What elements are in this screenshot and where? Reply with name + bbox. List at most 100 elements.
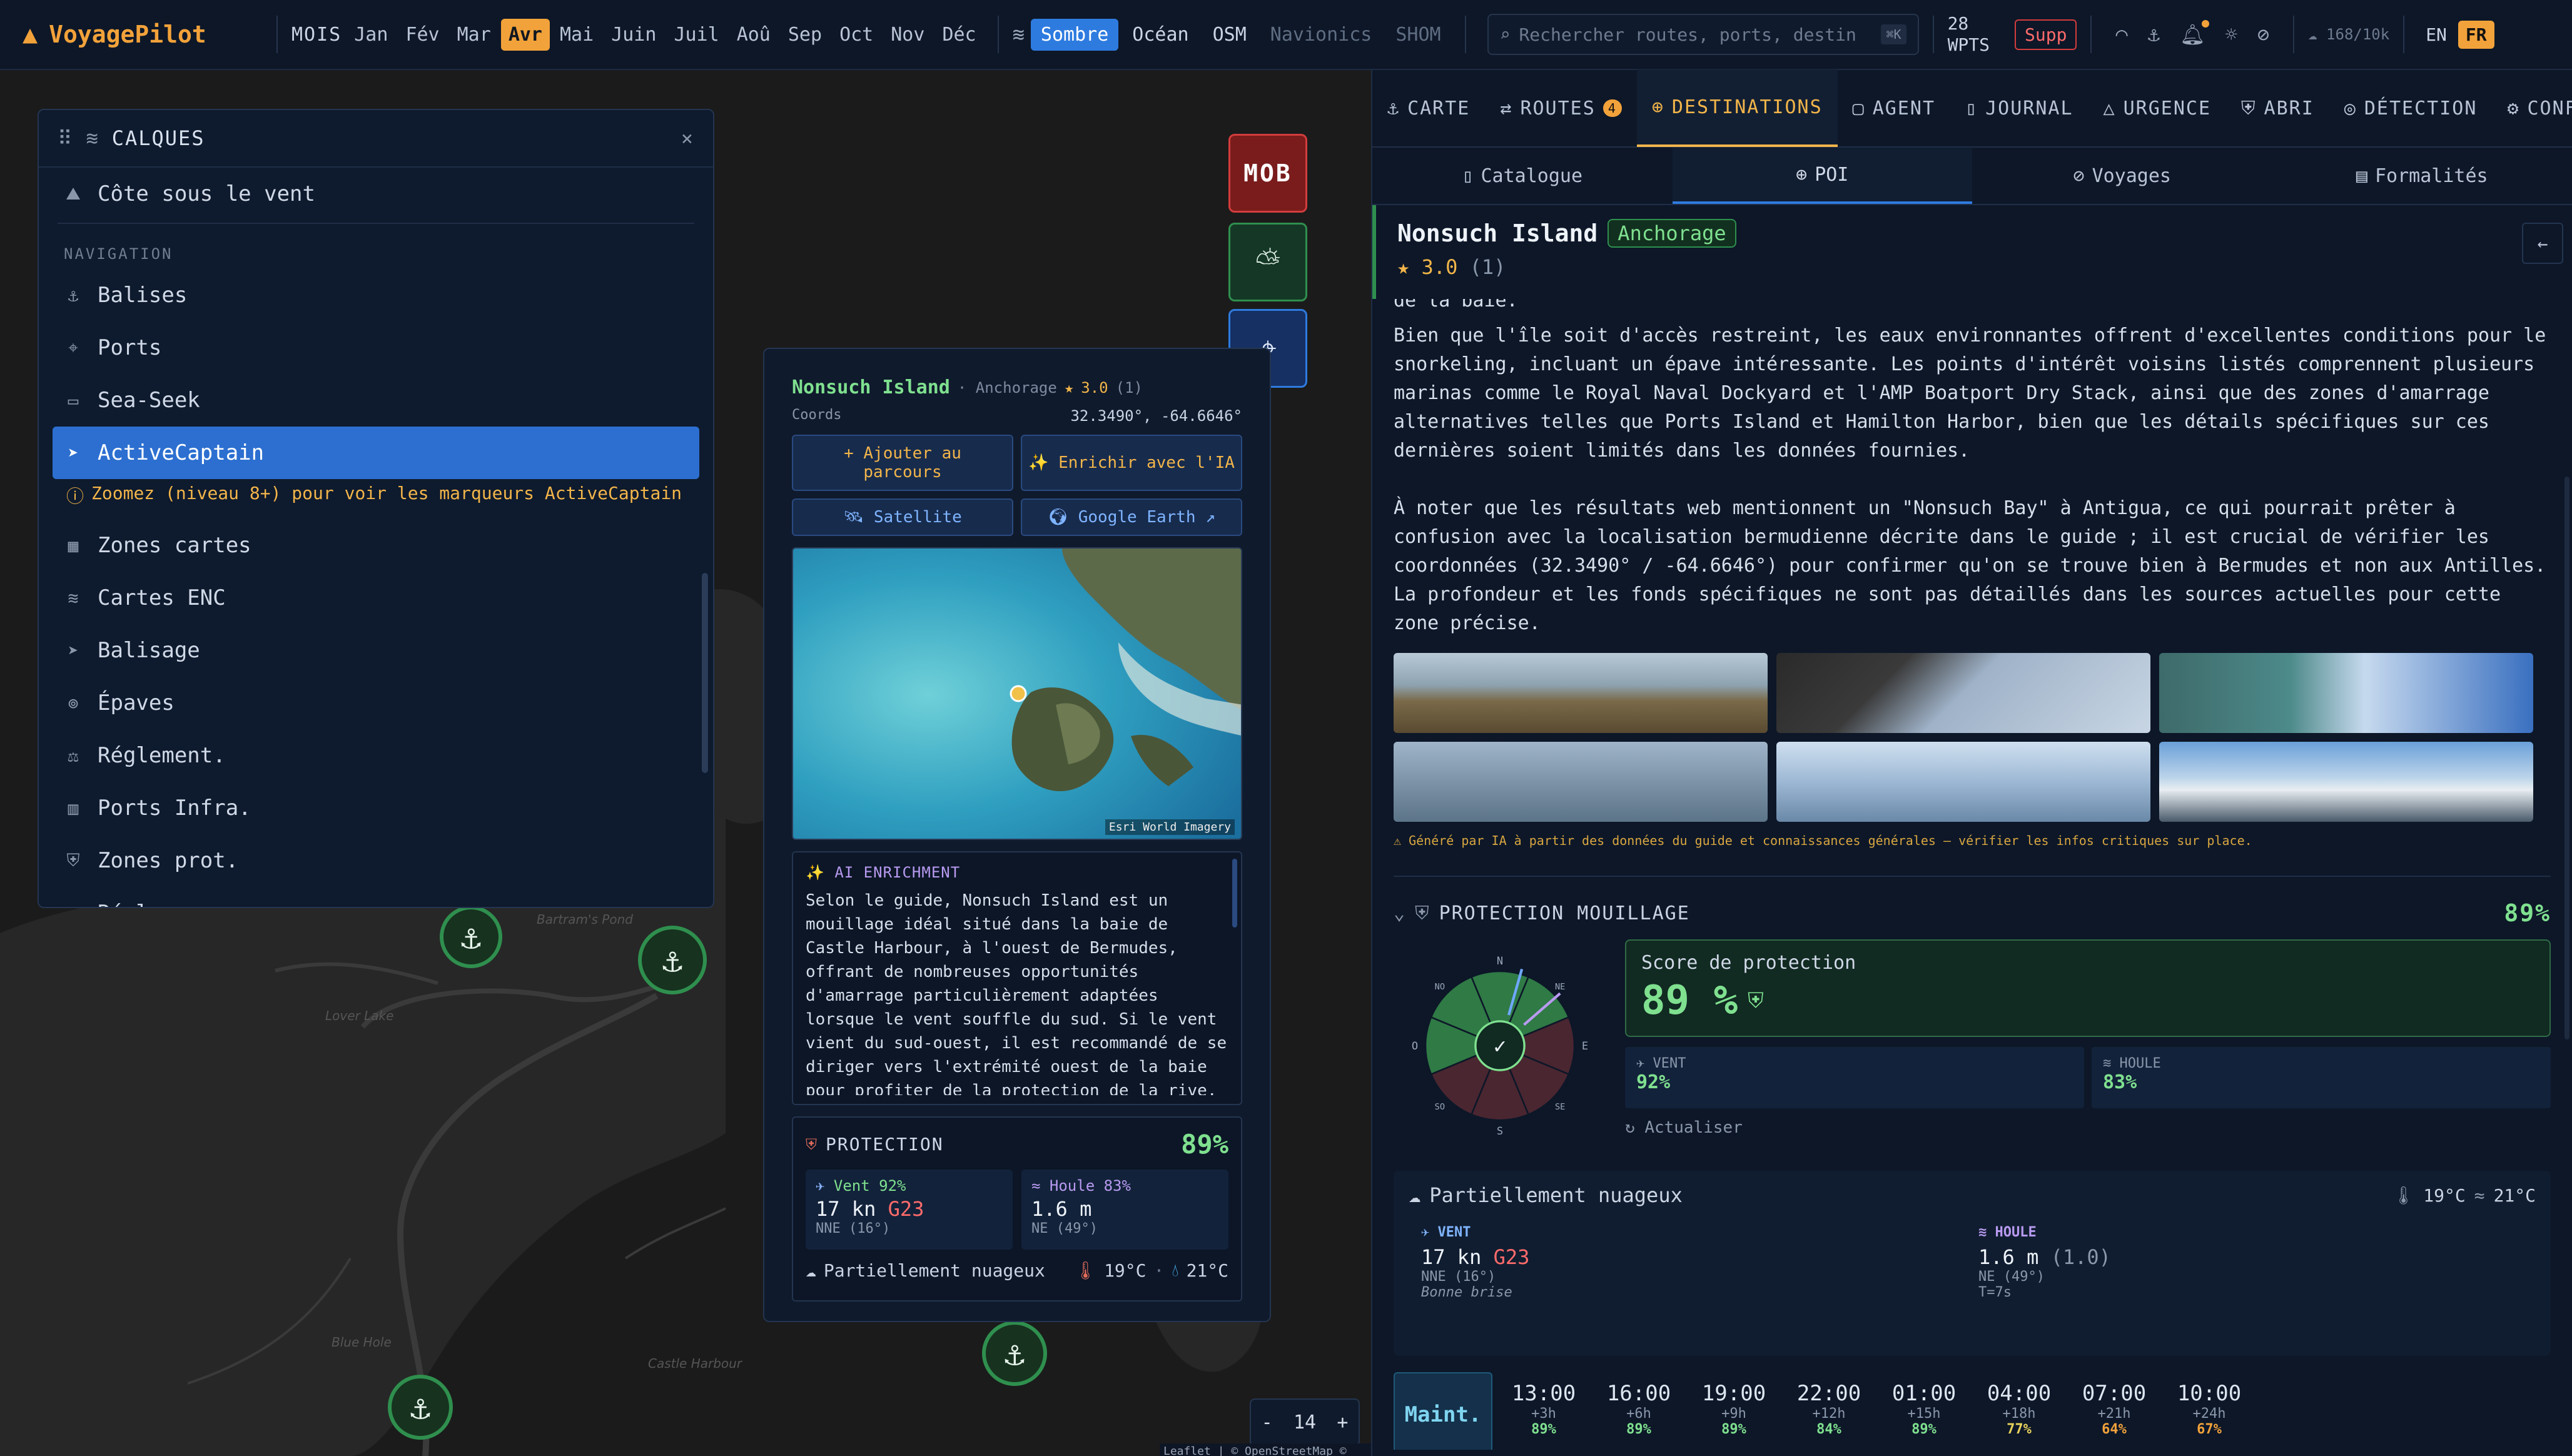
basemap-osm[interactable]: OSM xyxy=(1203,19,1257,51)
ai-scrollbar[interactable] xyxy=(1232,859,1237,928)
google-earth-button[interactable]: 🌍︎ Google Earth ↗ xyxy=(1021,498,1242,536)
delete-waypoints-button[interactable]: Supp xyxy=(2015,19,2077,50)
shield-icon: ⛨ xyxy=(806,1135,817,1153)
tab-agent[interactable]: ▢ AGENT xyxy=(1838,69,1950,147)
month-0[interactable]: Jan xyxy=(347,19,395,51)
divider xyxy=(276,16,278,53)
tab-abri[interactable]: ⛨ ABRI xyxy=(2226,69,2329,147)
month-2[interactable]: Mar xyxy=(450,19,499,51)
mob-button[interactable]: MOB xyxy=(1228,134,1307,213)
eye-off-icon[interactable]: ⊘ xyxy=(2257,23,2269,46)
sun-icon[interactable]: ☼ xyxy=(2225,23,2237,46)
enrich-ai-button[interactable]: ✨ Enrichir avec l'IA xyxy=(1021,435,1242,491)
basemap-océan[interactable]: Océan xyxy=(1122,19,1198,51)
lang-fr[interactable]: FR xyxy=(2458,20,2494,49)
layer-item-zones-cartes[interactable]: ▦ Zones cartes xyxy=(39,519,713,572)
layer-item--paves[interactable]: ⊚ Épaves xyxy=(39,677,713,729)
tab-conf[interactable]: ⚙︎ CONF xyxy=(2492,69,2572,147)
forecast-slot[interactable]: 04:00 +18h 77% xyxy=(1975,1372,2063,1450)
forecast-slot[interactable]: 01:00 +15h 89% xyxy=(1880,1372,1968,1450)
forecast-slot[interactable]: 16:00 +6h 89% xyxy=(1595,1372,1683,1450)
weather-button[interactable]: ⛅︎ xyxy=(1228,223,1307,301)
satellite-button[interactable]: 🛰︎ Satellite xyxy=(792,498,1013,536)
anchor-icon[interactable]: ⚓ xyxy=(2148,23,2160,46)
gallery-photo[interactable] xyxy=(1776,653,2150,733)
tab-urgence[interactable]: △ URGENCE xyxy=(2088,69,2227,147)
search-input[interactable]: Rechercher routes, ports, destin xyxy=(1519,24,1856,45)
forecast-delta: +15h xyxy=(1907,1406,1941,1422)
zoom-out-button[interactable]: - xyxy=(1262,1412,1273,1433)
layer-item-cartes-enc[interactable]: ≋ Cartes ENC xyxy=(39,572,713,624)
subtab-catalogue[interactable]: ▯ Catalogue xyxy=(1372,148,1673,204)
protection-section-header[interactable]: ⌄ ⛨ PROTECTION MOUILLAGE 89% xyxy=(1394,899,2551,927)
search-box[interactable]: ⌕ Rechercher routes, ports, destin ⌘K xyxy=(1487,14,1919,55)
forecast-slot[interactable]: 19:00 +9h 89% xyxy=(1690,1372,1778,1450)
tab-routes[interactable]: ⇄ ROUTES 4 xyxy=(1485,69,1636,147)
basemap-shom[interactable]: SHOM xyxy=(1385,19,1451,51)
right-panel-scrollbar[interactable] xyxy=(2564,477,2569,1039)
month-4[interactable]: Mai xyxy=(552,19,601,51)
drag-handle-icon[interactable]: ⠿ xyxy=(58,126,73,150)
layer-item-activecaptain[interactable]: ➤ ActiveCaptain xyxy=(53,427,699,479)
back-button[interactable]: ← xyxy=(2522,223,2563,264)
layers-scrollbar[interactable] xyxy=(702,573,708,773)
bell-icon[interactable]: 🔔︎ xyxy=(2180,20,2209,46)
layer-item-ports[interactable]: ⌖ Ports xyxy=(39,321,713,374)
layer-item-r-glement-[interactable]: ⚖︎ Réglement. xyxy=(39,729,713,782)
forecast-now-button[interactable]: Maint. xyxy=(1394,1372,1492,1450)
gallery-photo[interactable] xyxy=(1394,653,1768,733)
map-attribution[interactable]: Leaflet | © OpenStreetMap © CARTO xyxy=(1160,1443,1371,1456)
layer-item-balisage[interactable]: ➤ Balisage xyxy=(39,624,713,677)
brand[interactable]: ▲ VoyagePilot xyxy=(0,20,263,49)
month-6[interactable]: Juil xyxy=(666,19,726,51)
subtab-voyages[interactable]: ⊘ Voyages xyxy=(1972,148,2272,204)
forecast-protection: 89% xyxy=(1531,1422,1556,1437)
anchorage-marker[interactable]: ⚓ xyxy=(388,1375,453,1440)
month-5[interactable]: Juin xyxy=(604,19,664,51)
forecast-slot[interactable]: 22:00 +12h 84% xyxy=(1785,1372,1873,1450)
gallery-photo[interactable] xyxy=(1394,742,1768,822)
tab-détection[interactable]: ◎ DÉTECTION xyxy=(2329,69,2493,147)
subtab-formalités[interactable]: ▤ Formalités xyxy=(2272,148,2572,204)
forecast-slot[interactable]: 13:00 +3h 89% xyxy=(1500,1372,1587,1450)
month-1[interactable]: Fév xyxy=(398,19,447,51)
month-9[interactable]: Oct xyxy=(832,19,881,51)
anchorage-marker[interactable]: ⚓ xyxy=(638,926,707,994)
layer-item-sea-seek[interactable]: ▭ Sea-Seek xyxy=(39,374,713,427)
layer-item-c-te-sous-le-vent[interactable]: ⛰︎ Côte sous le vent xyxy=(39,168,713,220)
gauge-icon[interactable]: ◠ xyxy=(2115,23,2127,46)
gallery-photo[interactable] xyxy=(2159,742,2533,822)
radar-icon: ◎ xyxy=(2344,97,2357,119)
forecast-slot[interactable]: 10:00 +24h 67% xyxy=(2165,1372,2253,1450)
zoom-in-button[interactable]: + xyxy=(1337,1412,1348,1433)
layer-item-ports-infra-[interactable]: ▥ Ports Infra. xyxy=(39,782,713,834)
month-10[interactable]: Nov xyxy=(883,19,932,51)
gallery-photo[interactable] xyxy=(1776,742,2150,822)
tab-journal[interactable]: ▯ JOURNAL xyxy=(1950,69,2088,147)
anchorage-marker[interactable]: ⚓ xyxy=(440,906,502,968)
satellite-preview[interactable]: Esri World Imagery xyxy=(792,547,1242,840)
month-11[interactable]: Déc xyxy=(934,19,983,51)
layer-item-r-glem-nav-[interactable]: ▤ Réglem. nav. xyxy=(39,887,713,907)
layer-item-balises[interactable]: ⚓︎ Balises xyxy=(39,269,713,321)
month-7[interactable]: Aoû xyxy=(729,19,778,51)
basemap-sombre[interactable]: Sombre xyxy=(1030,18,1119,51)
tab-carte[interactable]: ⚓︎ CARTE xyxy=(1372,69,1485,147)
tab-destinations[interactable]: ⊕ DESTINATIONS xyxy=(1636,69,1838,147)
forecast-slot[interactable]: 07:00 +21h 64% xyxy=(2070,1372,2158,1450)
add-to-route-button[interactable]: + Ajouter au parcours xyxy=(792,435,1013,491)
forecast-time: 04:00 xyxy=(1987,1381,2052,1406)
month-8[interactable]: Sep xyxy=(781,19,829,51)
waypoints-counter[interactable]: 28 WPTS xyxy=(1948,13,1990,56)
refresh-button[interactable]: ↻ Actualiser xyxy=(1625,1118,2551,1137)
close-icon[interactable]: × xyxy=(681,126,694,150)
months-label: MOIS xyxy=(291,23,342,46)
subtab-poi[interactable]: ⊕ POI xyxy=(1672,148,1972,204)
wind-gust: G23 xyxy=(1493,1245,1530,1269)
gallery-photo[interactable] xyxy=(2159,653,2533,733)
month-3[interactable]: Avr xyxy=(500,18,550,51)
anchorage-marker[interactable]: ⚓ xyxy=(982,1321,1047,1386)
basemap-navionics[interactable]: Navionics xyxy=(1260,19,1382,51)
layer-item-zones-prot-[interactable]: ⛨ Zones prot. xyxy=(39,834,713,887)
lang-en[interactable]: EN xyxy=(2418,21,2454,49)
